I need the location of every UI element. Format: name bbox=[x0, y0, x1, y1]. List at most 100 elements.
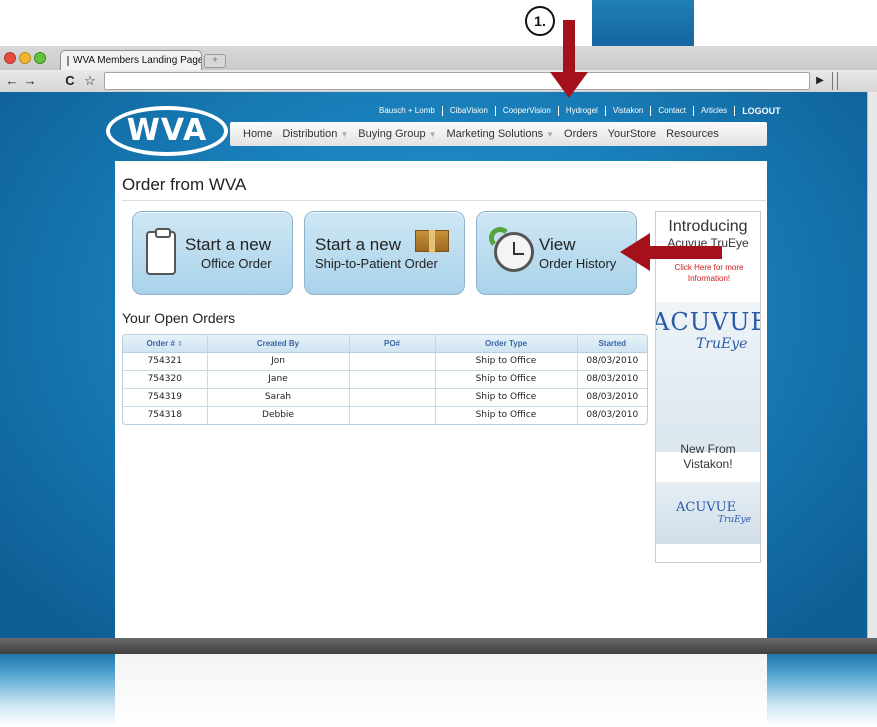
reflection-content bbox=[115, 654, 767, 727]
col-started[interactable]: Started bbox=[577, 335, 647, 353]
nav-distribution-label: Distribution bbox=[282, 128, 338, 140]
col-order-number-label: Order # bbox=[146, 338, 175, 348]
web-page: WVA Bausch + Lomb CibaVision CooperVisio… bbox=[0, 92, 877, 638]
top-link-contact[interactable]: Contact bbox=[651, 106, 694, 116]
nav-buying-group-label: Buying Group bbox=[358, 128, 426, 140]
close-window-button[interactable] bbox=[4, 52, 16, 64]
table-header-row: Order # ⇕ Created By PO# Order Type Star… bbox=[123, 335, 647, 353]
content-panel: Order from WVA Start a new Office Order … bbox=[115, 161, 767, 638]
ad-cta-link[interactable]: Click Here for more Information! bbox=[662, 262, 756, 284]
acuvue-ad-banner[interactable]: Introducing Acuvue TruEye Click Here for… bbox=[655, 211, 761, 563]
browser-toolbar: ← → C ☆ ▶ bbox=[0, 70, 877, 92]
cell-order-type: Ship to Office bbox=[435, 352, 578, 371]
open-orders-heading: Your Open Orders bbox=[122, 310, 236, 326]
cell-started: 08/03/2010 bbox=[586, 410, 639, 421]
nav-resources-label: Resources bbox=[666, 128, 719, 140]
go-button[interactable]: ▶ bbox=[812, 72, 828, 90]
table-row[interactable]: 754319 Sarah Ship to Office 08/03/2010 bbox=[123, 388, 647, 407]
office-order-line1: Start a new bbox=[185, 235, 271, 254]
nav-home[interactable]: Home bbox=[238, 128, 277, 140]
logout-link[interactable]: LOGOUT bbox=[735, 106, 788, 116]
nav-orders[interactable]: Orders bbox=[559, 128, 603, 140]
cell-order-number[interactable]: 754321 bbox=[123, 352, 208, 371]
col-po-number[interactable]: PO# bbox=[349, 335, 436, 353]
top-link-articles[interactable]: Articles bbox=[694, 106, 736, 116]
cell-started: 08/03/2010 bbox=[577, 388, 647, 407]
top-link-coopervision[interactable]: CooperVision bbox=[496, 106, 559, 116]
cell-po-number bbox=[349, 388, 436, 407]
start-office-order-button[interactable]: Start a new Office Order bbox=[132, 211, 293, 295]
forward-button[interactable]: → bbox=[22, 73, 38, 89]
clipboard-icon bbox=[146, 228, 176, 275]
nav-orders-label: Orders bbox=[564, 128, 598, 140]
ad-brand: ACUVUE bbox=[655, 308, 761, 336]
nav-resources[interactable]: Resources bbox=[661, 128, 724, 140]
page-icon bbox=[67, 55, 69, 66]
arrow-down-icon bbox=[550, 20, 588, 98]
nav-yourstore[interactable]: YourStore bbox=[603, 128, 662, 140]
cell-order-number[interactable]: 754320 bbox=[123, 370, 208, 389]
top-link-bausch-lomb[interactable]: Bausch + Lomb bbox=[372, 106, 443, 116]
top-link-cibavision[interactable]: CibaVision bbox=[443, 106, 496, 116]
table-row[interactable]: 754318 Debbie Ship to Office 08/03/2010 bbox=[123, 406, 647, 424]
cell-order-number[interactable]: 754319 bbox=[123, 388, 208, 407]
history-line1: View bbox=[539, 235, 576, 254]
nav-marketing-solutions[interactable]: Marketing Solutions ▼ bbox=[441, 128, 559, 140]
address-bar[interactable] bbox=[104, 72, 810, 90]
top-link-vistakon[interactable]: Vistakon bbox=[606, 106, 652, 116]
cell-created-by: Debbie bbox=[207, 406, 350, 424]
office-order-line2: Office Order bbox=[201, 256, 272, 271]
table-row[interactable]: 754320 Jane Ship to Office 08/03/2010 bbox=[123, 370, 647, 389]
ad-headline: Introducing bbox=[668, 218, 748, 235]
cell-order-number[interactable]: 754318 bbox=[123, 406, 208, 424]
tab-title: WVA Members Landing Page bbox=[73, 55, 202, 66]
browser-bottom-bar bbox=[0, 638, 877, 654]
cell-po-number bbox=[349, 370, 436, 389]
table-row[interactable]: 754321 Jon Ship to Office 08/03/2010 bbox=[123, 352, 647, 371]
cell-created-by: Sarah bbox=[207, 388, 350, 407]
main-nav: Home Distribution ▼ Buying Group ▼ Marketi… bbox=[230, 122, 767, 146]
top-link-hydrogel[interactable]: Hydrogel bbox=[559, 106, 606, 116]
ad-brand-2-sub: TruEye bbox=[718, 515, 752, 525]
top-links: Bausch + Lomb CibaVision CooperVision Hy… bbox=[372, 104, 788, 118]
zoom-window-button[interactable] bbox=[34, 52, 46, 64]
patient-order-line2: Ship-to-Patient Order bbox=[315, 256, 438, 271]
wva-logo[interactable]: WVA bbox=[106, 106, 228, 156]
cell-order-type: Ship to Office bbox=[435, 388, 578, 407]
col-created-by[interactable]: Created By bbox=[207, 335, 350, 353]
col-order-type[interactable]: Order Type bbox=[435, 335, 578, 353]
view-order-history-button[interactable]: View Order History bbox=[476, 211, 637, 295]
new-tab-button[interactable]: + bbox=[204, 54, 226, 68]
arrow-left-icon bbox=[620, 233, 722, 271]
page-scrollbar[interactable] bbox=[867, 92, 877, 638]
cell-order-type: Ship to Office bbox=[435, 370, 578, 389]
ad-new-from: New From Vistakon! bbox=[680, 442, 736, 471]
nav-distribution[interactable]: Distribution ▼ bbox=[277, 128, 353, 140]
reload-button[interactable]: C bbox=[62, 73, 78, 89]
cell-started: 08/03/2010 bbox=[577, 370, 647, 389]
ad-brand-2: ACUVUE bbox=[676, 500, 737, 515]
bookmark-star-icon[interactable]: ☆ bbox=[82, 73, 98, 89]
cell-created-by: Jon bbox=[207, 352, 350, 371]
page-title: Order from WVA bbox=[122, 175, 247, 194]
sort-icon[interactable]: ⇕ bbox=[177, 341, 183, 348]
cell-po-number bbox=[349, 352, 436, 371]
nav-buying-group[interactable]: Buying Group ▼ bbox=[353, 128, 441, 140]
shipping-box-icon bbox=[415, 230, 449, 253]
page-menu-icon[interactable] bbox=[832, 72, 838, 90]
minimize-window-button[interactable] bbox=[19, 52, 31, 64]
history-line2: Order History bbox=[539, 256, 617, 271]
col-order-number[interactable]: Order # ⇕ bbox=[123, 335, 208, 353]
browser-tab[interactable]: WVA Members Landing Page × bbox=[60, 50, 202, 70]
chevron-down-icon: ▼ bbox=[546, 130, 555, 139]
patient-order-line1: Start a new bbox=[315, 235, 401, 254]
back-button[interactable]: ← bbox=[4, 73, 20, 89]
divider bbox=[122, 200, 766, 201]
screenshot-stage: WVA Members Landing Page × + ← → C ☆ ▶ W… bbox=[0, 0, 877, 727]
open-orders-table: Order # ⇕ Created By PO# Order Type Star… bbox=[122, 334, 648, 425]
decorative-blue-block bbox=[592, 0, 694, 46]
chevron-down-icon: ▼ bbox=[340, 130, 349, 139]
cell-started: 08/03/2010 bbox=[577, 352, 647, 371]
cell-po-number bbox=[349, 406, 436, 424]
start-ship-to-patient-order-button[interactable]: Start a new Ship-to-Patient Order bbox=[304, 211, 465, 295]
